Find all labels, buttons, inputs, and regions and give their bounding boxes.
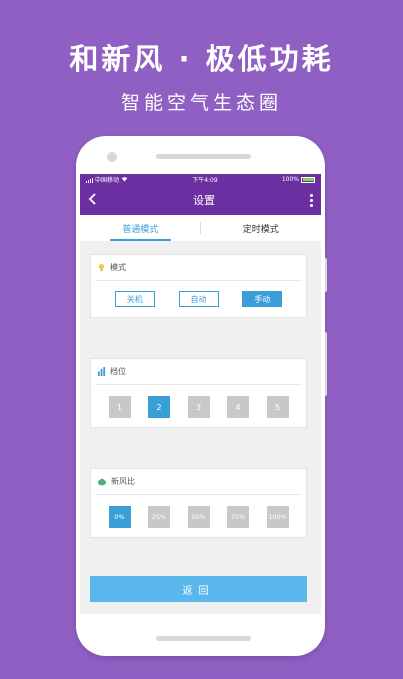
carrier-label: 中国移动	[95, 177, 120, 184]
tab-divider	[200, 222, 201, 234]
fresh-air-card-title: 新风比	[111, 477, 135, 486]
phone-screen: 中国移动 下午4:09 100% 设置 普通模式 定时模式 模式 关机 自动 手…	[80, 174, 321, 614]
fresh-ratio-option[interactable]: 0%	[108, 506, 131, 528]
phone-frame: 中国移动 下午4:09 100% 设置 普通模式 定时模式 模式 关机 自动 手…	[76, 136, 325, 656]
chevron-left-icon	[88, 193, 96, 205]
level-option[interactable]: 3	[187, 396, 210, 418]
phone-speaker	[156, 154, 251, 159]
mode-off-button[interactable]: 关机	[114, 291, 155, 307]
fresh-ratio-option[interactable]: 25%	[148, 506, 170, 528]
battery-percent: 100%	[281, 176, 299, 183]
level-card: 档位 1 2 3 4 5	[90, 358, 307, 428]
fresh-ratio-option[interactable]: 100%	[266, 506, 289, 528]
tab-normal-mode[interactable]: 普通模式	[80, 215, 201, 241]
mode-card: 模式 关机 自动 手动	[90, 254, 307, 318]
fresh-ratio-option[interactable]: 75%	[227, 506, 249, 528]
status-time: 下午4:09	[192, 177, 218, 184]
level-option[interactable]: 4	[227, 396, 249, 418]
fresh-air-card: 新风比 0% 25% 50% 75% 100%	[90, 468, 307, 538]
mode-card-title: 模式	[110, 263, 126, 272]
tab-timer-mode[interactable]: 定时模式	[201, 215, 322, 241]
phone-home-bar	[156, 636, 251, 641]
mode-manual-button[interactable]: 手动	[242, 291, 283, 307]
lightbulb-icon	[98, 263, 105, 272]
level-option[interactable]: 5	[266, 396, 289, 418]
mode-tabs: 普通模式 定时模式	[80, 215, 321, 241]
phone-camera	[107, 152, 117, 162]
bar-chart-icon	[97, 367, 106, 376]
level-option[interactable]: 2	[148, 396, 170, 418]
back-button[interactable]	[88, 192, 98, 208]
battery-icon	[301, 176, 315, 183]
status-bar: 中国移动 下午4:09 100%	[80, 174, 321, 185]
promo-subline: 智能空气生态圈	[120, 92, 282, 114]
app-bar: 设置	[80, 185, 321, 215]
level-option[interactable]: 1	[108, 396, 131, 418]
promo-headline: 和新风 · 极低功耗	[69, 42, 334, 76]
fresh-ratio-option[interactable]: 50%	[187, 506, 210, 528]
cloud-icon	[97, 478, 107, 485]
more-vertical-icon[interactable]	[310, 193, 313, 207]
level-card-title: 档位	[110, 367, 126, 376]
signal-icon	[86, 177, 93, 183]
mode-auto-button[interactable]: 自动	[178, 291, 219, 307]
return-button[interactable]: 返回	[90, 576, 307, 602]
app-bar-title: 设置	[193, 194, 215, 207]
wifi-icon	[121, 176, 128, 184]
